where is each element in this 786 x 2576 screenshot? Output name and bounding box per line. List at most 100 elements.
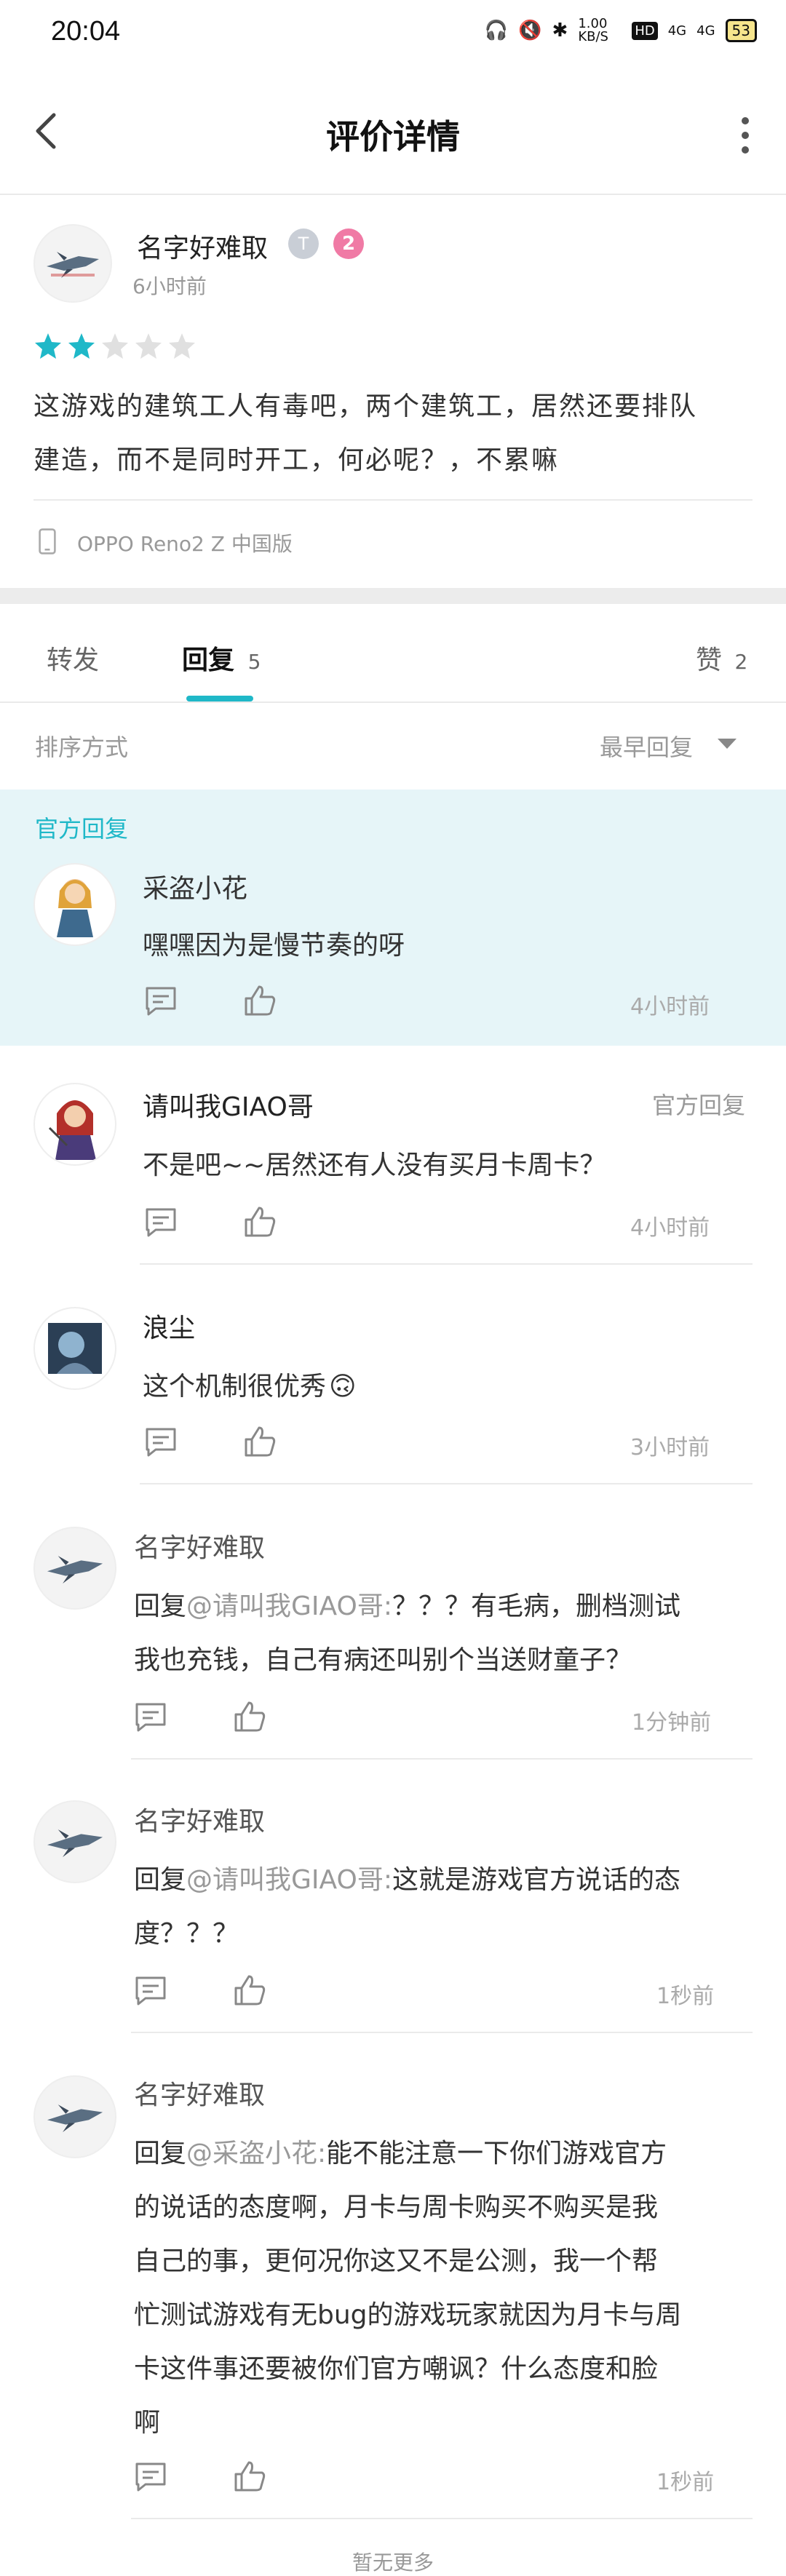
level-badge: T	[288, 228, 319, 259]
reply-text-line6: 啊	[134, 2408, 161, 2438]
page-title: 评价详情	[326, 117, 460, 156]
tab-indicator	[186, 696, 253, 701]
divider	[33, 499, 753, 501]
mute-icon: 🔇	[518, 20, 542, 41]
avatar[interactable]	[33, 863, 116, 946]
net-speed: 1.00 KB/S	[578, 16, 608, 44]
thumbs-up-icon[interactable]	[231, 1698, 268, 1735]
sort-dropdown[interactable]: 最早回复	[600, 729, 693, 763]
device-label: OPPO Reno2 Z 中国版	[77, 532, 293, 556]
reply-text-line2: 的说话的态度啊，月卡与周卡购买不购买是我	[134, 2193, 659, 2222]
star-filled-icon	[35, 333, 61, 359]
tab-like-count: 2	[734, 650, 748, 674]
official-reply-tag: 官方回复	[652, 1092, 746, 1119]
plane-avatar-image	[47, 1556, 103, 1584]
thumbs-up-icon[interactable]	[231, 2458, 268, 2494]
reply-time: 3小时前	[630, 1435, 710, 1460]
reply-name[interactable]: 请叫我GIAO哥	[143, 1086, 314, 1124]
status-icons: 🎧 🔇 ✱ 1.00 KB/S HD 4G 4G 53	[485, 17, 757, 44]
tab-like[interactable]: 赞 2	[696, 639, 747, 677]
review-text-line2: 建造，而不是同时开工，何必呢？，不累嘛	[33, 445, 560, 475]
reply-text-line5: 卡这件事还要被你们官方嘲讽？什么态度和脸	[134, 2354, 659, 2384]
plane-avatar-image	[47, 2104, 103, 2133]
reply-text-body: 这个机制很优秀	[143, 1372, 327, 1402]
reply-prefix: 回复	[134, 1591, 187, 1621]
reply-name[interactable]: 浪尘	[143, 1307, 195, 1345]
emoji: 🙃	[329, 1372, 357, 1402]
headphone-icon: 🎧	[484, 20, 509, 41]
plane-avatar-image	[47, 1829, 103, 1858]
reply-text: 不是吧~~居然还有人没有买月卡周卡？	[143, 1150, 606, 1180]
divider	[0, 701, 786, 703]
comment-icon[interactable]	[143, 1204, 179, 1240]
comment-icon[interactable]	[132, 1972, 169, 2008]
avatar[interactable]	[33, 224, 112, 303]
thumbs-up-icon[interactable]	[242, 1423, 278, 1460]
star-empty-icon	[135, 333, 162, 359]
comment-icon[interactable]	[132, 2458, 169, 2494]
chevron-down-icon[interactable]	[716, 736, 738, 751]
mention-link[interactable]: @请叫我GIAO哥:	[186, 1865, 392, 1895]
reply-text-line3: 自己的事，更何况你这又不是公测，我一个帮	[134, 2246, 659, 2276]
sort-label: 排序方式	[35, 734, 129, 761]
avatar[interactable]	[33, 1083, 116, 1166]
reply-text-line2: 我也充钱，自己有病还叫别个当送财童子？	[134, 1645, 632, 1675]
rating-stars	[33, 332, 196, 361]
reply-line: 这就是游戏官方说话的态	[392, 1865, 681, 1895]
reply-time: 1分钟前	[632, 1710, 712, 1736]
reply-line: 能不能注意一下你们游戏官方	[326, 2139, 667, 2168]
top-bar: 评价详情	[0, 70, 786, 194]
badge-2: 2	[333, 228, 364, 259]
avatar[interactable]	[33, 1527, 116, 1610]
tab-reply-count: 5	[247, 650, 261, 674]
signal-icon-2: 4G	[696, 23, 715, 39]
divider	[140, 1483, 753, 1484]
photo-avatar-image	[48, 1323, 102, 1374]
hd-icon: HD	[632, 21, 658, 40]
comment-icon[interactable]	[143, 982, 179, 1019]
character-avatar-image	[57, 879, 93, 937]
reply-text-line4: 忙测试游戏有无bug的游戏玩家就因为月卡与周	[134, 2300, 682, 2330]
status-time: 20:04	[51, 16, 121, 47]
star-empty-icon	[102, 333, 128, 359]
mention-link[interactable]: @请叫我GIAO哥:	[186, 1591, 392, 1621]
comment-icon[interactable]	[132, 1698, 169, 1735]
official-text: 嘿嘿因为是慢节奏的呀	[143, 931, 405, 961]
review-author[interactable]: 名字好难取	[137, 227, 268, 265]
character-avatar-image	[48, 1100, 96, 1160]
more-icon[interactable]	[738, 114, 753, 157]
star-empty-icon	[169, 333, 195, 359]
reply-time: 4小时前	[630, 1215, 710, 1241]
thumbs-up-icon[interactable]	[242, 1204, 278, 1240]
status-bar: 20:04 🎧 🔇 ✱ 1.00 KB/S HD 4G 4G 53	[0, 0, 786, 70]
avatar[interactable]	[33, 1800, 116, 1883]
official-name[interactable]: 采盗小花	[143, 867, 247, 905]
avatar[interactable]	[33, 1307, 116, 1390]
review-time: 6小时前	[132, 274, 207, 298]
reply-text-line1: 回复@请叫我GIAO哥:？？？有毛病，删档测试	[134, 1585, 680, 1623]
section-separator	[0, 588, 786, 604]
bluetooth-icon: ✱	[552, 20, 568, 41]
signal-icon: 4G	[667, 23, 687, 39]
reply-prefix: 回复	[134, 1865, 187, 1895]
divider	[131, 2518, 753, 2519]
official-label: 官方回复	[35, 815, 129, 843]
reply-name[interactable]: 名字好难取	[134, 1527, 265, 1565]
thumbs-up-icon[interactable]	[231, 1972, 268, 2008]
review-text-line1: 这游戏的建筑工人有毒吧，两个建筑工，居然还要排队	[33, 391, 698, 421]
battery-icon: 53	[725, 19, 757, 42]
reply-line: ？？？有毛病，删档测试	[392, 1591, 681, 1621]
avatar[interactable]	[33, 2075, 116, 2158]
tab-forward[interactable]: 转发	[47, 639, 99, 677]
reply-name[interactable]: 名字好难取	[134, 2074, 265, 2112]
mention-link[interactable]: @采盗小花:	[186, 2139, 326, 2168]
divider	[140, 1263, 753, 1265]
tab-reply-label: 回复	[182, 645, 235, 675]
tab-reply[interactable]: 回复 5	[182, 639, 261, 677]
comment-icon[interactable]	[143, 1423, 179, 1460]
reply-name[interactable]: 名字好难取	[134, 1800, 265, 1838]
reply-prefix: 回复	[134, 2139, 187, 2168]
thumbs-up-icon[interactable]	[242, 982, 278, 1019]
reply-time: 1秒前	[656, 2470, 715, 2495]
star-filled-icon	[68, 333, 95, 359]
